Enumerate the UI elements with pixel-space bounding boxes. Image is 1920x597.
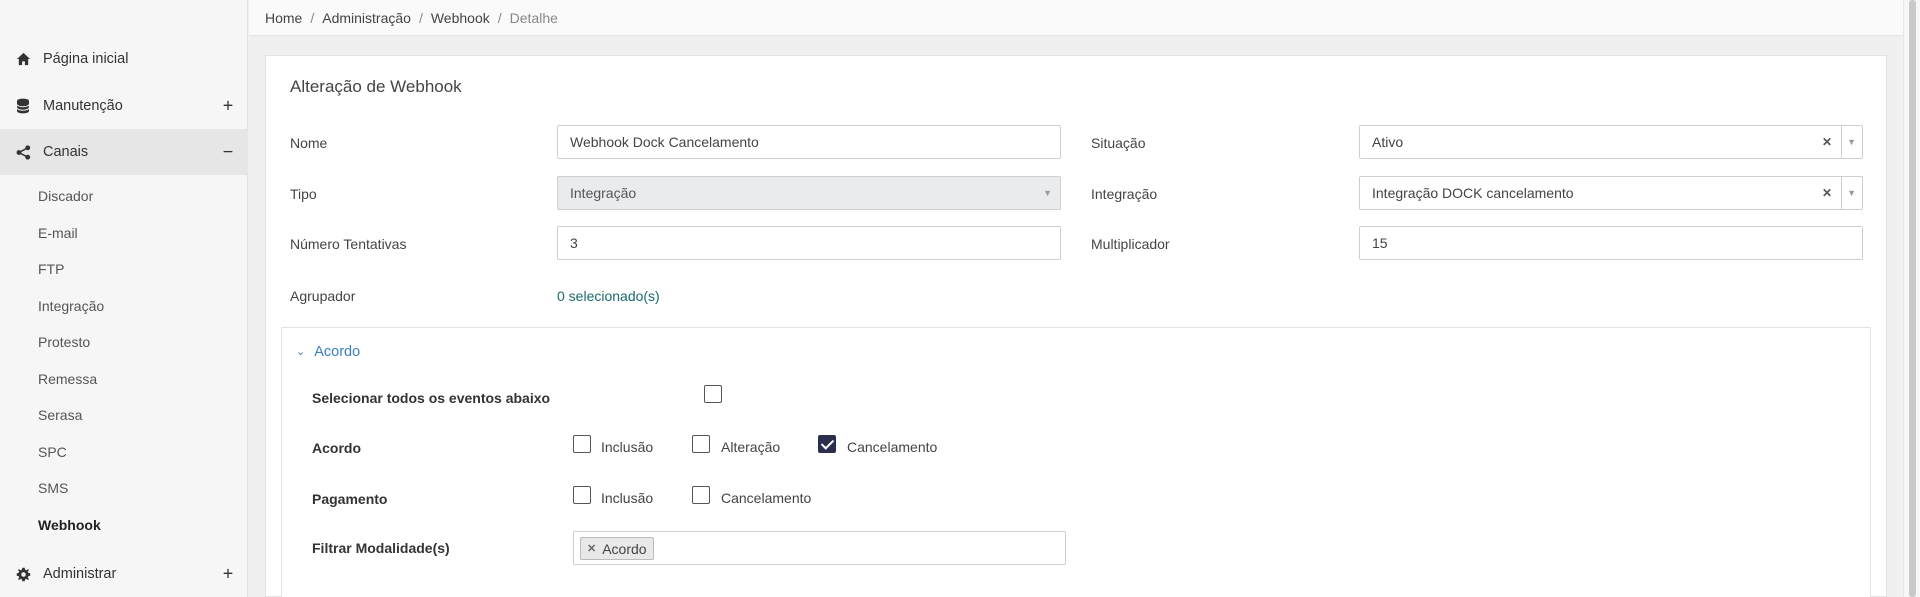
situacao-value: Ativo [1372, 134, 1404, 150]
pagamento-inclusao-checkbox[interactable] [573, 486, 591, 504]
pagamento-cancelamento-checkbox[interactable] [692, 486, 710, 504]
sidebar-item-label: Administrar [43, 566, 117, 582]
breadcrumb-separator: / [310, 10, 315, 26]
nome-input[interactable]: Webhook Dock Cancelamento [557, 125, 1061, 159]
integracao-value: Integração DOCK cancelamento [1372, 185, 1574, 201]
home-icon [14, 50, 32, 68]
tentativas-label: Número Tentativas [290, 236, 407, 252]
breadcrumb: Home / Administração / Webhook / Detalhe [265, 10, 558, 26]
acordo-inclusao-checkbox[interactable] [573, 435, 591, 453]
breadcrumb-home[interactable]: Home [265, 10, 302, 26]
sidebar-item-administrar[interactable]: Administrar + [0, 551, 248, 597]
tag-label: Acordo [602, 540, 647, 557]
nome-value: Webhook Dock Cancelamento [570, 134, 759, 150]
tentativas-input[interactable]: 3 [557, 226, 1061, 260]
acordo-alteracao-label: Alteração [721, 439, 781, 455]
sidebar-item-label: Canais [43, 144, 89, 160]
expand-icon[interactable]: + [220, 96, 236, 117]
nome-label: Nome [290, 135, 328, 151]
integracao-label: Integração [1091, 186, 1158, 202]
filtro-modalidade-input[interactable]: ✕ Acordo [573, 531, 1066, 565]
tipo-value: Integração [570, 185, 637, 201]
sidebar-subitem-serasa[interactable]: Serasa [38, 407, 82, 423]
breadcrumb-separator: / [418, 10, 423, 26]
breadcrumb-detalhe: Detalhe [509, 10, 558, 26]
integracao-select[interactable]: Integração DOCK cancelamento ✕ ▼ [1359, 176, 1863, 210]
sidebar-subitem-protesto[interactable]: Protesto [38, 334, 90, 350]
sidebar-subitem-discador[interactable]: Discador [38, 188, 93, 204]
multiplicador-label: Multiplicador [1091, 236, 1170, 252]
tipo-label: Tipo [290, 186, 317, 202]
expand-icon[interactable]: + [220, 564, 236, 585]
acordo-inclusao-label: Inclusão [601, 439, 654, 455]
clear-icon[interactable]: ✕ [1822, 135, 1832, 149]
sidebar: Página inicial Manutenção + Canais − Dis… [0, 0, 248, 597]
sidebar-subitem-integracao[interactable]: Integração [38, 298, 104, 314]
agrupador-label: Agrupador [290, 288, 356, 304]
page-title: Alteração de Webhook [290, 77, 462, 96]
remove-tag-icon[interactable]: ✕ [587, 542, 596, 555]
sidebar-item-manutencao[interactable]: Manutenção + [0, 83, 248, 129]
agrupador-link[interactable]: 0 selecionado(s) [557, 288, 660, 304]
tipo-select: Integração ▼ [557, 176, 1061, 210]
select-divider [1841, 177, 1842, 209]
sidebar-subitem-ftp[interactable]: FTP [38, 261, 64, 277]
chevron-down-icon[interactable]: ▼ [1847, 188, 1856, 198]
sidebar-subitem-webhook[interactable]: Webhook [38, 517, 101, 533]
filtro-modalidade-label: Filtrar Modalidade(s) [312, 540, 450, 556]
sidebar-item-label: Página inicial [43, 51, 129, 67]
acordo-cancelamento-checkbox[interactable] [818, 435, 836, 453]
pagamento-inclusao-label: Inclusão [601, 490, 654, 506]
situacao-select[interactable]: Ativo ✕ ▼ [1359, 125, 1863, 159]
chevron-down-icon: ⌄ [296, 345, 306, 358]
acordo-events-label: Acordo [312, 440, 361, 456]
acordo-alteracao-checkbox[interactable] [692, 435, 710, 453]
pagamento-cancelamento-label: Cancelamento [721, 490, 812, 506]
multiplicador-input[interactable]: 15 [1359, 226, 1863, 260]
sidebar-subitem-remessa[interactable]: Remessa [38, 371, 97, 387]
sidebar-subitem-sms[interactable]: SMS [38, 480, 68, 496]
scrollbar-thumb[interactable] [1909, 0, 1916, 597]
sidebar-subitem-email[interactable]: E-mail [38, 225, 78, 241]
breadcrumb-administracao[interactable]: Administração [322, 10, 411, 26]
tentativas-value: 3 [570, 235, 578, 251]
situacao-label: Situação [1091, 135, 1146, 151]
acordo-cancelamento-label: Cancelamento [847, 439, 938, 455]
chevron-down-icon[interactable]: ▼ [1847, 137, 1856, 147]
breadcrumb-separator: / [497, 10, 502, 26]
sidebar-item-label: Manutenção [43, 98, 123, 114]
sidebar-subitem-spc[interactable]: SPC [38, 444, 67, 460]
collapse-icon[interactable]: − [220, 142, 236, 163]
multiplicador-value: 15 [1372, 235, 1388, 251]
acordo-section-toggle[interactable]: ⌄ Acordo [296, 344, 360, 360]
clear-icon[interactable]: ✕ [1822, 186, 1832, 200]
select-divider [1841, 126, 1842, 158]
vertical-scrollbar[interactable] [1903, 0, 1920, 597]
sidebar-item-pagina-inicial[interactable]: Página inicial [0, 36, 248, 82]
breadcrumb-webhook[interactable]: Webhook [431, 10, 490, 26]
pagamento-events-label: Pagamento [312, 491, 388, 507]
share-icon [14, 143, 32, 161]
modalidade-tag: ✕ Acordo [580, 537, 654, 560]
select-all-checkbox[interactable] [704, 385, 722, 403]
section-title: Acordo [314, 344, 361, 360]
database-icon [14, 97, 32, 115]
acordo-section [281, 327, 1871, 597]
chevron-down-icon: ▼ [1043, 188, 1052, 198]
sidebar-item-canais[interactable]: Canais − [0, 129, 248, 175]
gear-icon [14, 565, 32, 583]
select-all-label: Selecionar todos os eventos abaixo [312, 390, 551, 406]
